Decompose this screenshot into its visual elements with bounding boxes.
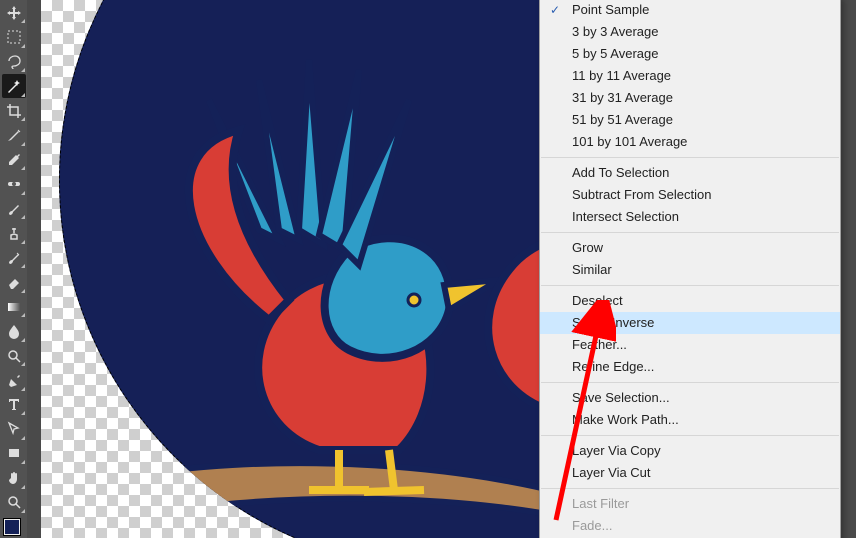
menu-item-intersect-selection[interactable]: Intersect Selection — [540, 206, 840, 228]
menu-item-label: Grow — [572, 240, 603, 255]
tool-brush[interactable] — [2, 197, 26, 220]
menu-item-refine-edge[interactable]: Refine Edge... — [540, 356, 840, 378]
menu-item-subtract-from-selection[interactable]: Subtract From Selection — [540, 184, 840, 206]
menu-item-label: Intersect Selection — [572, 209, 679, 224]
tool-hand[interactable] — [2, 466, 26, 489]
tool-dodge[interactable] — [2, 344, 26, 367]
menu-item-label: Deselect — [572, 293, 623, 308]
menu-item-label: Make Work Path... — [572, 412, 679, 427]
tool-path-select[interactable] — [2, 417, 26, 440]
menu-item-label: 5 by 5 Average — [572, 46, 659, 61]
menu-item-fade: Fade... — [540, 515, 840, 537]
menu-item-5-by-5-average[interactable]: 5 by 5 Average — [540, 43, 840, 65]
app-root: ✓ Point Sample 3 by 3 Average 5 by 5 Averag… — [0, 0, 856, 538]
tool-move[interactable] — [2, 1, 26, 24]
context-menu[interactable]: ✓ Point Sample 3 by 3 Average 5 by 5 Averag… — [539, 0, 841, 538]
menu-item-label: 11 by 11 Average — [572, 68, 671, 83]
menu-item-101-by-101-average[interactable]: 101 by 101 Average — [540, 131, 840, 153]
menu-item-add-to-selection[interactable]: Add To Selection — [540, 162, 840, 184]
menu-item-label: Layer Via Cut — [572, 465, 651, 480]
tool-history-brush[interactable] — [2, 246, 26, 269]
tools-panel — [0, 0, 27, 538]
tool-marquee[interactable] — [2, 25, 26, 48]
tool-pen[interactable] — [2, 368, 26, 391]
menu-item-label: Similar — [572, 262, 612, 277]
menu-item-label: 3 by 3 Average — [572, 24, 659, 39]
menu-item-label: 101 by 101 Average — [572, 134, 687, 149]
menu-item-layer-via-copy[interactable]: Layer Via Copy — [540, 440, 840, 462]
menu-item-51-by-51-average[interactable]: 51 by 51 Average — [540, 109, 840, 131]
tool-lasso[interactable] — [2, 50, 26, 73]
tool-eraser[interactable] — [2, 270, 26, 293]
menu-item-11-by-11-average[interactable]: 11 by 11 Average — [540, 65, 840, 87]
check-icon: ✓ — [550, 2, 560, 18]
menu-item-grow[interactable]: Grow — [540, 237, 840, 259]
menu-item-label: Refine Edge... — [572, 359, 654, 374]
menu-item-last-filter: Last Filter — [540, 493, 840, 515]
menu-item-label: Select Inverse — [572, 315, 654, 330]
menu-item-label: Subtract From Selection — [572, 187, 711, 202]
menu-item-31-by-31-average[interactable]: 31 by 31 Average — [540, 87, 840, 109]
menu-item-similar[interactable]: Similar — [540, 259, 840, 281]
tool-gradient[interactable] — [2, 295, 26, 318]
menu-separator — [541, 435, 839, 436]
menu-item-save-selection[interactable]: Save Selection... — [540, 387, 840, 409]
menu-separator — [541, 488, 839, 489]
menu-item-label: Fade... — [572, 518, 612, 533]
menu-separator — [541, 285, 839, 286]
menu-item-label: Add To Selection — [572, 165, 669, 180]
menu-item-3-by-3-average[interactable]: 3 by 3 Average — [540, 21, 840, 43]
menu-item-select-inverse[interactable]: Select Inverse — [540, 312, 840, 334]
tool-clone[interactable] — [2, 221, 26, 244]
document-canvas[interactable]: ✓ Point Sample 3 by 3 Average 5 by 5 Averag… — [41, 0, 836, 538]
tool-magic-wand[interactable] — [2, 74, 26, 97]
menu-item-label: 31 by 31 Average — [572, 90, 673, 105]
tool-blur[interactable] — [2, 319, 26, 342]
color-swatch[interactable] — [4, 519, 24, 538]
menu-item-deselect[interactable]: Deselect — [540, 290, 840, 312]
menu-item-point-sample[interactable]: ✓ Point Sample — [540, 0, 840, 21]
tool-crop[interactable] — [2, 99, 26, 122]
menu-item-label: Last Filter — [572, 496, 629, 511]
menu-item-layer-via-cut[interactable]: Layer Via Cut — [540, 462, 840, 484]
menu-item-feather[interactable]: Feather... — [540, 334, 840, 356]
menu-item-make-work-path[interactable]: Make Work Path... — [540, 409, 840, 431]
menu-separator — [541, 232, 839, 233]
tool-slice[interactable] — [2, 123, 26, 146]
menu-item-label: Feather... — [572, 337, 627, 352]
menu-separator — [541, 157, 839, 158]
menu-item-label: Layer Via Copy — [572, 443, 661, 458]
tools-panel-spacer — [27, 0, 41, 538]
tool-zoom[interactable] — [2, 491, 26, 514]
tool-type[interactable] — [2, 393, 26, 416]
tool-eyedropper[interactable] — [2, 148, 26, 171]
menu-item-label: Save Selection... — [572, 390, 670, 405]
tool-spot-heal[interactable] — [2, 172, 26, 195]
menu-item-label: 51 by 51 Average — [572, 112, 673, 127]
tool-rectangle[interactable] — [2, 442, 26, 465]
menu-separator — [541, 382, 839, 383]
menu-item-label: Point Sample — [572, 2, 649, 17]
